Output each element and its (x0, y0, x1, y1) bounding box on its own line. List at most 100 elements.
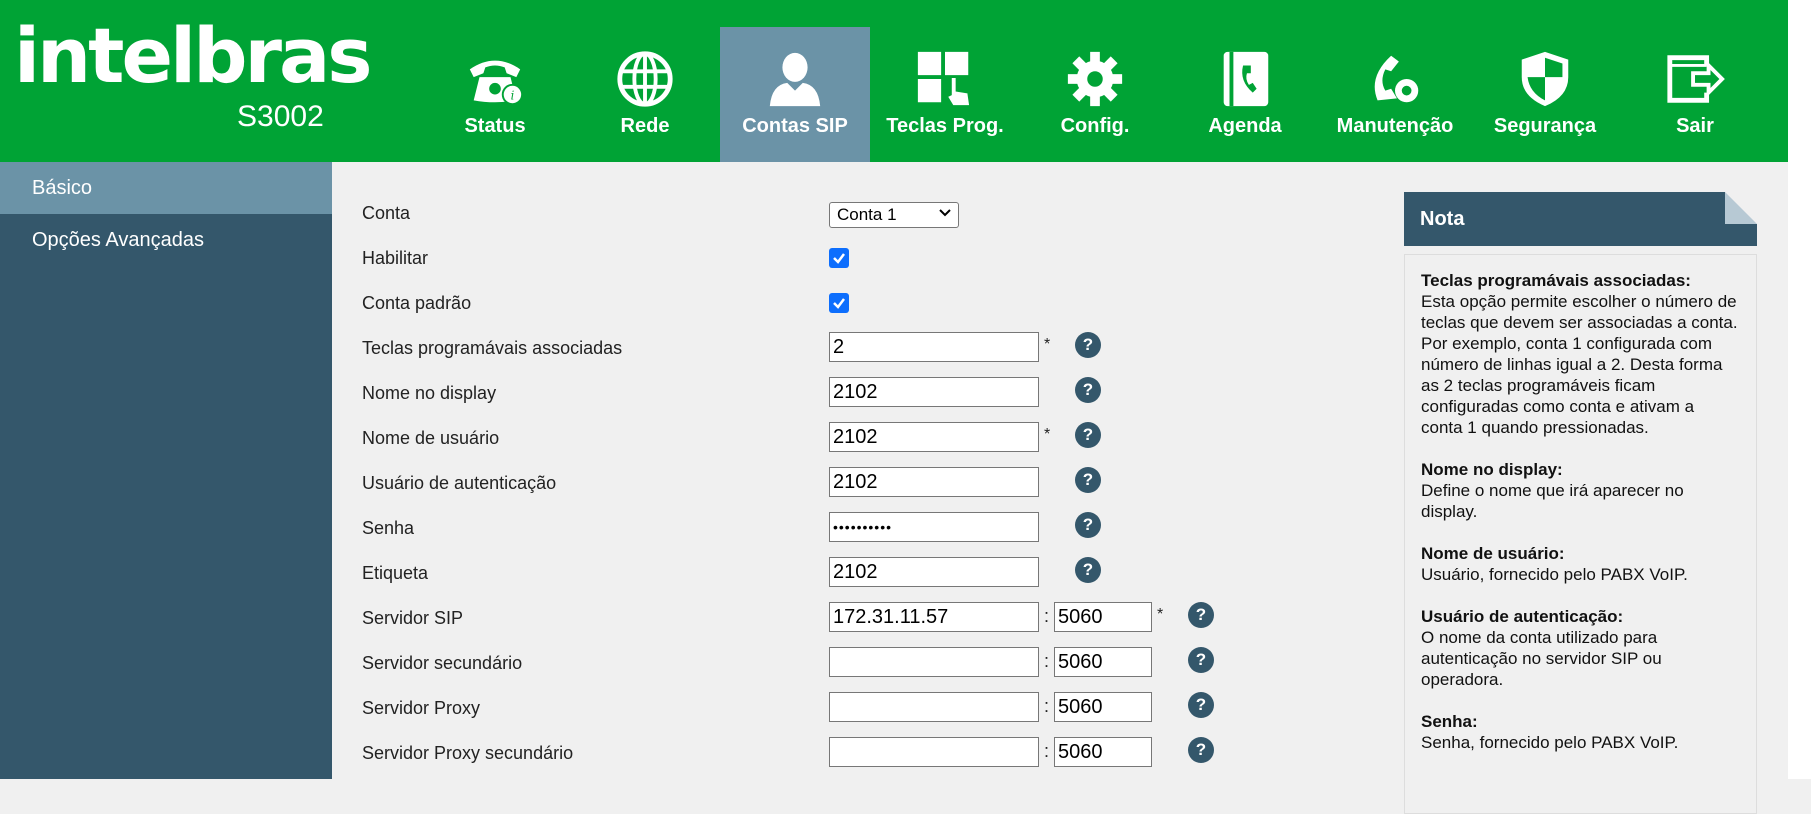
nav-contas-sip[interactable]: Contas SIP (720, 27, 870, 162)
help-icon[interactable]: ? (1188, 647, 1214, 673)
teclas-label: Teclas programávais associadas (362, 338, 623, 358)
intelbras-logo: intelbras (14, 11, 372, 100)
maintenance-icon (1363, 47, 1427, 111)
row-servidor-proxy: Servidor Proxy : 5060 ? (362, 690, 1262, 735)
servidor-secundario-input[interactable] (829, 647, 1039, 677)
row-nome-usuario: Nome de usuário 2102 * ? (362, 420, 1262, 465)
senha-input[interactable]: •••••••••• (829, 512, 1039, 542)
logout-icon (1663, 47, 1727, 111)
etiqueta-input[interactable]: 2102 (829, 557, 1039, 587)
habilitar-checkbox[interactable] (829, 248, 849, 268)
svg-text:i: i (511, 88, 515, 102)
sip-account-form: Conta Conta 1 Habilitar Conta padrão Tec… (362, 195, 1262, 780)
note-item-title: Nome no display: (1421, 460, 1563, 479)
conta-padrao-label: Conta padrão (362, 293, 472, 313)
note-item-title: Usuário de autenticação: (1421, 607, 1624, 626)
top-header: intelbras S3002 i Status Rede Contas SIP… (0, 0, 1788, 162)
row-conta-padrao: Conta padrão (362, 285, 1262, 330)
shield-icon (1513, 47, 1577, 111)
note-item-title: Senha: (1421, 712, 1478, 731)
nav-agenda[interactable]: Agenda (1170, 27, 1320, 162)
servidor-sip-port-input[interactable]: 5060 (1054, 602, 1152, 632)
nome-usuario-input[interactable]: 2102 (829, 422, 1039, 452)
help-icon[interactable]: ? (1075, 557, 1101, 583)
servidor-secundario-label: Servidor secundário (362, 653, 523, 673)
nav-config[interactable]: Config. (1020, 27, 1170, 162)
nav-status[interactable]: i Status (420, 27, 570, 162)
main-nav: i Status Rede Contas SIP Teclas Prog. Co… (420, 27, 1770, 162)
sidebar-item-opcoes-avancadas[interactable]: Opções Avançadas (0, 214, 332, 266)
port-separator: : (1044, 741, 1050, 761)
row-usuario-auth: Usuário de autenticação 2102 ? (362, 465, 1262, 510)
note-item-text: Esta opção permite escolher o número de … (1421, 292, 1738, 437)
keypad-icon (913, 47, 977, 111)
help-icon[interactable]: ? (1188, 737, 1214, 763)
etiqueta-label: Etiqueta (362, 563, 429, 583)
port-separator: : (1044, 696, 1050, 716)
servidor-proxy-input[interactable] (829, 692, 1039, 722)
nav-sair[interactable]: Sair (1620, 27, 1770, 162)
check-icon (833, 253, 845, 264)
help-icon[interactable]: ? (1075, 512, 1101, 538)
help-icon[interactable]: ? (1075, 377, 1101, 403)
nome-display-input[interactable]: 2102 (829, 377, 1039, 407)
sidebar-item-basico[interactable]: Básico (0, 162, 332, 214)
row-habilitar: Habilitar (362, 240, 1262, 285)
servidor-proxy-sec-label: Servidor Proxy secundário (362, 743, 574, 763)
senha-label: Senha (362, 518, 415, 538)
help-icon[interactable]: ? (1188, 602, 1214, 628)
chevron-down-icon (939, 209, 951, 217)
note-header: Nota (1404, 192, 1757, 246)
row-nome-display: Nome no display 2102 ? (362, 375, 1262, 420)
page-edge (1788, 0, 1811, 779)
usuario-auth-label: Usuário de autenticação (362, 473, 557, 493)
usuario-auth-input[interactable]: 2102 (829, 467, 1039, 497)
servidor-secundario-port-input[interactable]: 5060 (1054, 647, 1152, 677)
row-servidor-proxy-secundario: Servidor Proxy secundário : 5060 ? (362, 735, 1262, 780)
note-item-title: Nome de usuário: (1421, 544, 1565, 563)
phonebook-icon (1213, 47, 1277, 111)
conta-padrao-checkbox[interactable] (829, 293, 849, 313)
port-separator: : (1044, 606, 1050, 626)
conta-select[interactable]: Conta 1 (829, 202, 959, 228)
row-etiqueta: Etiqueta 2102 ? (362, 555, 1262, 600)
note-item-text: Senha, fornecido pelo PABX VoIP. (1421, 733, 1679, 752)
nav-seguranca[interactable]: Segurança (1470, 27, 1620, 162)
check-icon (833, 298, 845, 309)
servidor-proxy-sec-input[interactable] (829, 737, 1039, 767)
help-icon[interactable]: ? (1188, 692, 1214, 718)
nav-teclas-prog[interactable]: Teclas Prog. (870, 27, 1020, 162)
habilitar-label: Habilitar (362, 248, 429, 268)
note-title: Nota (1420, 208, 1465, 230)
help-icon[interactable]: ? (1075, 422, 1101, 448)
required-mark: * (1044, 336, 1051, 353)
servidor-proxy-label: Servidor Proxy (362, 698, 481, 718)
nav-manutencao[interactable]: Manutenção (1320, 27, 1470, 162)
required-mark: * (1157, 606, 1164, 623)
phone-icon: i (463, 47, 527, 111)
device-model: S3002 (237, 100, 324, 133)
teclas-input[interactable]: 2 (829, 332, 1039, 362)
sidebar: Básico Opções Avançadas (0, 162, 332, 779)
note-item-title: Teclas programávais associadas: (1421, 271, 1691, 290)
note-item-text: Define o nome que irá aparecer no displa… (1421, 481, 1684, 521)
note-item-text: Usuário, fornecido pelo PABX VoIP. (1421, 565, 1688, 584)
servidor-sip-input[interactable]: 172.31.11.57 (829, 602, 1039, 632)
note-body: Teclas programávais associadas: Esta opç… (1404, 254, 1757, 814)
help-icon[interactable]: ? (1075, 467, 1101, 493)
nav-rede[interactable]: Rede (570, 27, 720, 162)
help-icon[interactable]: ? (1075, 332, 1101, 358)
gear-icon (1063, 47, 1127, 111)
row-senha: Senha •••••••••• ? (362, 510, 1262, 555)
nome-display-label: Nome no display (362, 383, 497, 403)
user-icon (763, 47, 827, 111)
row-teclas: Teclas programávais associadas 2 * ? (362, 330, 1262, 375)
page-fold-icon (1725, 192, 1757, 224)
globe-icon (613, 47, 677, 111)
note-panel: Nota Teclas programávais associadas: Est… (1404, 192, 1757, 814)
servidor-proxy-sec-port-input[interactable]: 5060 (1054, 737, 1152, 767)
nome-usuario-label: Nome de usuário (362, 428, 500, 448)
conta-label: Conta (362, 203, 411, 223)
note-item-text: O nome da conta utilizado para autentica… (1421, 628, 1662, 689)
servidor-proxy-port-input[interactable]: 5060 (1054, 692, 1152, 722)
